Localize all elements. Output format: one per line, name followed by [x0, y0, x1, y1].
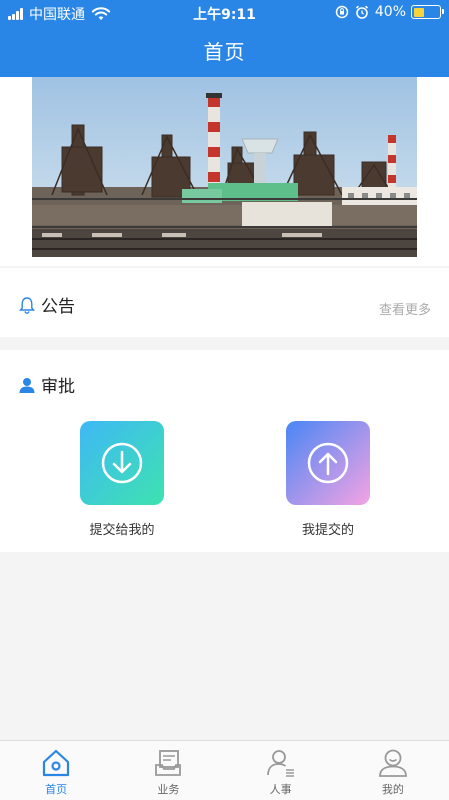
approval-card: 审批 提交给我的 我提交的 — [0, 350, 449, 552]
tab-home[interactable]: 首页 — [0, 741, 112, 800]
status-bar: 中国联通 上午9:11 40% — [0, 0, 449, 26]
battery-icon — [411, 5, 444, 19]
business-icon — [155, 750, 182, 776]
banner-image[interactable] — [32, 77, 417, 257]
my-submissions-label: 我提交的 — [301, 523, 354, 538]
banner-section — [0, 77, 449, 266]
alarm-icon — [355, 5, 368, 19]
profile-icon — [378, 749, 407, 777]
tab-profile[interactable]: 我的 — [337, 741, 449, 800]
approve-in-tile — [80, 421, 164, 505]
home-icon — [43, 749, 70, 777]
tab-business-label: 业务 — [157, 783, 180, 796]
arrow-up-circle-icon — [307, 442, 349, 484]
announcement-card: 公告 查看更多 — [0, 268, 449, 337]
announcement-header: 公告 — [17, 292, 75, 317]
personnel-icon — [266, 750, 294, 777]
tab-profile-label: 我的 — [381, 783, 404, 796]
tab-business[interactable]: 业务 — [112, 741, 224, 800]
my-submissions-button[interactable]: 我提交的 — [286, 421, 370, 538]
announcement-title: 公告 — [41, 297, 75, 317]
battery-percent: 40% — [374, 4, 406, 20]
app-header: 中国联通 上午9:11 40% 首页 — [0, 0, 449, 77]
view-more-link[interactable]: 查看更多 — [379, 299, 431, 318]
submitted-to-me-button[interactable]: 提交给我的 — [80, 421, 164, 538]
tab-personnel[interactable]: 人事 — [225, 741, 337, 800]
status-right: 40% — [335, 4, 444, 20]
approval-header: 审批 — [17, 372, 75, 397]
page-title: 首页 — [203, 40, 246, 64]
user-icon — [17, 375, 37, 395]
bottom-tabbar: 首页 业务 人事 我的 — [0, 740, 449, 800]
submitted-to-me-label: 提交给我的 — [89, 523, 155, 538]
bell-icon — [17, 295, 37, 315]
orientation-lock-icon — [335, 5, 349, 19]
tab-personnel-label: 人事 — [269, 783, 292, 796]
arrow-down-circle-icon — [101, 442, 143, 484]
approval-title: 审批 — [41, 377, 75, 397]
tab-home-label: 首页 — [45, 783, 68, 796]
approve-out-tile — [286, 421, 370, 505]
